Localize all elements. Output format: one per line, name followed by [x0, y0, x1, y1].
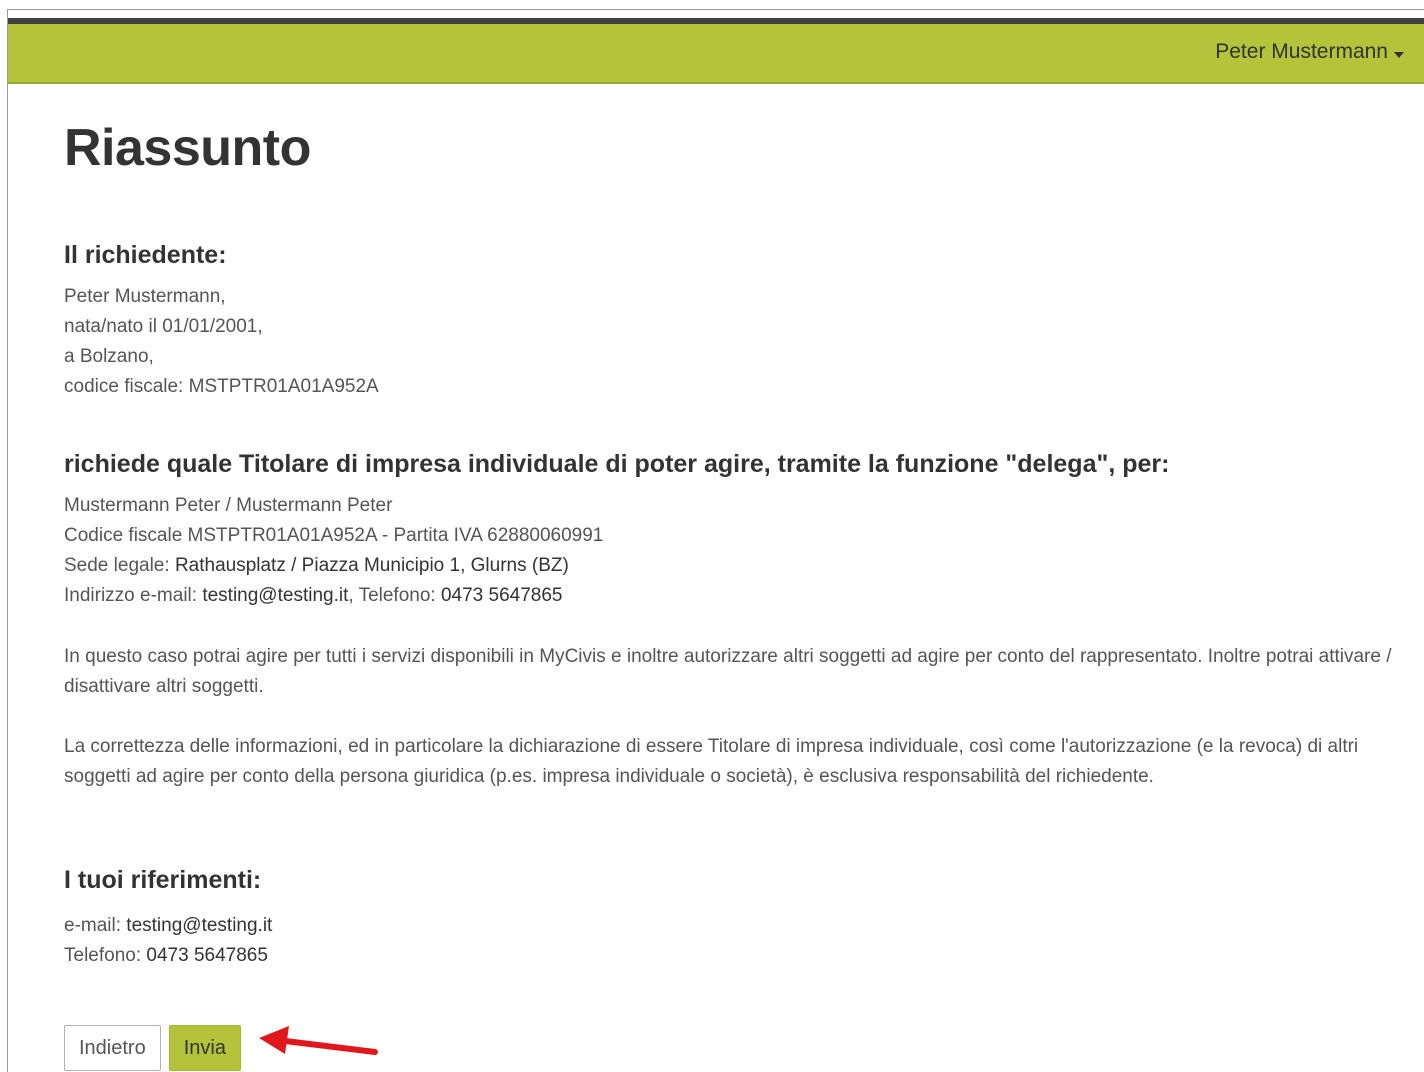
- contact-separator: ,: [348, 585, 354, 606]
- company-name: Mustermann Peter / Mustermann Peter: [64, 495, 393, 516]
- request-details: Mustermann Peter / Mustermann Peter Codi…: [64, 491, 1414, 611]
- header-bar: Peter Mustermann: [8, 24, 1424, 84]
- request-heading: richiede quale Titolare di impresa indiv…: [64, 450, 1170, 478]
- email-value: testing@testing.it: [202, 585, 349, 606]
- address-label: Sede legale:: [64, 555, 170, 576]
- reference-phone: Telefono: 0473 5647865: [64, 941, 272, 971]
- reference-email-label: e-mail:: [64, 915, 122, 936]
- back-button[interactable]: Indietro: [64, 1025, 161, 1071]
- applicant-birth: nata/nato il 01/01/2001,: [64, 316, 263, 337]
- applicant-details: Peter Mustermann, nata/nato il 01/01/200…: [64, 282, 379, 402]
- email-label: Indirizzo e-mail:: [64, 585, 198, 606]
- company-contact: Indirizzo e-mail: testing@testing.it, Te…: [64, 581, 1414, 611]
- user-menu-dropdown[interactable]: Peter Mustermann: [1215, 40, 1404, 64]
- phone-label: Telefono:: [358, 585, 436, 606]
- action-buttons: Indietro Invia: [64, 1025, 241, 1071]
- send-button[interactable]: Invia: [168, 1025, 241, 1071]
- company-address: Sede legale: Rathausplatz / Piazza Munic…: [64, 551, 1414, 581]
- info-paragraph-1: In questo caso potrai agire per tutti i …: [64, 646, 1392, 697]
- chevron-down-icon: [1394, 52, 1404, 58]
- references-heading: I tuoi riferimenti:: [64, 866, 262, 894]
- applicant-name: Peter Mustermann,: [64, 286, 226, 307]
- reference-phone-label: Telefono:: [64, 945, 142, 966]
- reference-email: e-mail: testing@testing.it: [64, 911, 272, 941]
- phone-value: 0473 5647865: [440, 585, 563, 606]
- address-value: Rathausplatz / Piazza Municipio 1, Glurn…: [174, 555, 569, 576]
- user-menu-name: Peter Mustermann: [1215, 40, 1388, 63]
- browser-frame: Peter Mustermann Riassunto Il richiedent…: [7, 9, 1424, 1072]
- info-paragraph-2: La correttezza delle informazioni, ed in…: [64, 736, 1359, 787]
- references-details: e-mail: testing@testing.it Telefono: 047…: [64, 911, 272, 971]
- main-content: Riassunto Il richiedente: Peter Musterma…: [64, 110, 1414, 1071]
- applicant-heading: Il richiedente:: [64, 241, 227, 269]
- applicant-place: a Bolzano,: [64, 346, 154, 367]
- reference-email-value: testing@testing.it: [126, 915, 273, 936]
- applicant-tax-code: codice fiscale: MSTPTR01A01A952A: [64, 376, 379, 397]
- reference-phone-value: 0473 5647865: [146, 945, 268, 966]
- company-codes: Codice fiscale MSTPTR01A01A952A - Partit…: [64, 525, 604, 546]
- page-title: Riassunto: [64, 119, 311, 177]
- annotation-arrow-icon: [259, 1026, 378, 1055]
